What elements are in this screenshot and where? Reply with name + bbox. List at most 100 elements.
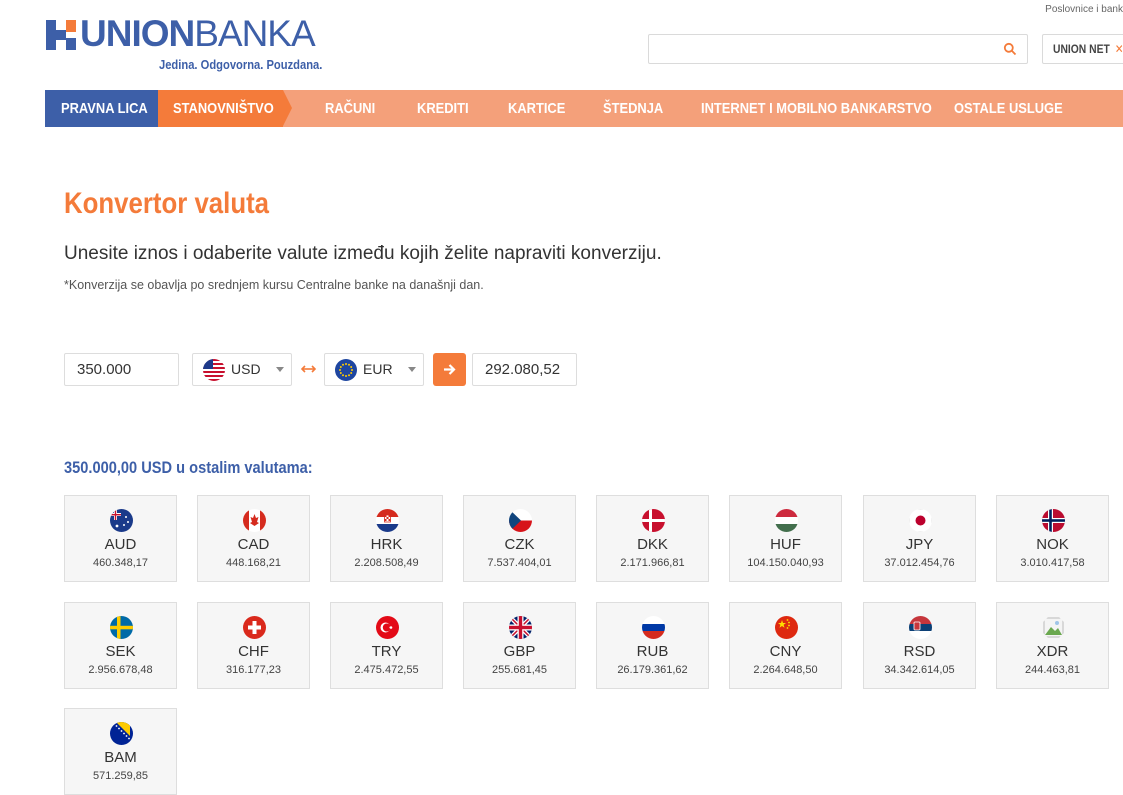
norway-flag-icon <box>1042 509 1065 532</box>
currency-code: AUD <box>104 536 137 553</box>
croatia-flag-icon <box>376 509 399 532</box>
broken-image-icon <box>1043 617 1064 638</box>
currency-tile-dkk[interactable]: DKK 2.171.966,81 <box>596 495 709 582</box>
serbia-flag-icon <box>909 616 932 639</box>
search-icon[interactable] <box>1003 42 1017 56</box>
currency-code: CZK <box>504 536 535 553</box>
turkey-flag-icon <box>376 616 399 639</box>
currency-tile-cad[interactable]: CAD 448.168,21 <box>197 495 310 582</box>
currency-code: HUF <box>770 536 801 553</box>
currency-value: 316.177,23 <box>225 664 282 676</box>
to-currency-code: EUR <box>363 361 393 377</box>
currency-tile-gbp[interactable]: GBP 255.681,45 <box>463 602 576 689</box>
result-field: 292.080,52 <box>472 353 577 386</box>
logo-mark <box>46 20 76 50</box>
other-currencies-heading: 350.000,00 USD u ostalim valutama: <box>64 458 313 477</box>
currency-tile-rsd[interactable]: RSD 34.342.614,05 <box>863 602 976 689</box>
hungary-flag-icon <box>775 509 798 532</box>
currency-tile-huf[interactable]: HUF 104.150.040,93 <box>729 495 842 582</box>
currency-value: 460.348,17 <box>92 557 149 569</box>
currency-value: 34.342.614,05 <box>884 664 955 676</box>
china-flag-icon <box>775 616 798 639</box>
currency-code: JPY <box>905 536 934 553</box>
currency-value: 26.179.361,62 <box>617 664 688 676</box>
from-currency-select[interactable]: USD <box>192 353 292 386</box>
canada-flag-icon <box>243 509 266 532</box>
logo-wordmark: UNIONBANKA <box>80 13 316 54</box>
switzerland-flag-icon <box>243 616 266 639</box>
main-nav: PRAVNA LICA STANOVNIŠTVO RAČUNI KREDITI … <box>45 90 1123 127</box>
currency-value: 37.012.454,76 <box>884 557 955 569</box>
swap-arrows-icon[interactable] <box>300 362 317 376</box>
currency-code: XDR <box>1036 643 1069 660</box>
currency-value: 7.537.404,01 <box>487 557 552 569</box>
currency-tile-aud[interactable]: AUD 460.348,17 <box>64 495 177 582</box>
nav-item-internet-bankarstvo[interactable]: INTERNET I MOBILNO BANKARSTVO <box>701 90 969 127</box>
currency-code: HRK <box>370 536 403 553</box>
currency-code: RUB <box>636 643 669 660</box>
japan-flag-icon <box>909 509 932 532</box>
currency-code: TRY <box>371 643 402 660</box>
currency-code: CNY <box>769 643 802 660</box>
convert-button[interactable] <box>433 353 466 386</box>
eu-flag-icon <box>335 359 357 381</box>
nav-item-stednja[interactable]: ŠTEDNJA <box>603 90 673 127</box>
nav-tab-pravna-lica[interactable]: PRAVNA LICA <box>45 90 158 127</box>
from-currency-code: USD <box>231 361 261 377</box>
nav-active-arrow <box>283 90 292 126</box>
page-title: Konvertor valuta <box>64 187 270 220</box>
currency-tile-xdr[interactable]: XDR 244.463,81 <box>996 602 1109 689</box>
search-input[interactable] <box>648 34 1028 64</box>
conversion-note: *Konverzija se obavlja po srednjem kursu… <box>64 278 484 292</box>
currency-code: SEK <box>105 643 136 660</box>
australia-flag-icon <box>110 509 133 532</box>
currency-tile-cny[interactable]: CNY 2.264.648,50 <box>729 602 842 689</box>
currency-value: 2.956.678,48 <box>88 664 153 676</box>
tagline: Jedina. Odgovorna. Pouzdana. <box>159 57 323 72</box>
czechia-flag-icon <box>509 509 532 532</box>
currency-tile-try[interactable]: TRY 2.475.472,55 <box>330 602 443 689</box>
russia-flag-icon <box>642 616 665 639</box>
currency-code: CAD <box>237 536 270 553</box>
currency-code: RSD <box>903 643 936 660</box>
nav-item-ostale-usluge[interactable]: OSTALE USLUGE <box>954 90 1080 127</box>
currency-tile-rub[interactable]: RUB 26.179.361,62 <box>596 602 709 689</box>
nav-item-kartice[interactable]: KARTICE <box>508 90 575 127</box>
currency-value: 2.171.966,81 <box>620 557 685 569</box>
chevron-down-icon <box>276 367 284 372</box>
sweden-flag-icon <box>110 616 133 639</box>
arrow-right-icon <box>444 364 456 375</box>
denmark-flag-icon <box>642 509 665 532</box>
currency-code: GBP <box>503 643 536 660</box>
currency-tile-sek[interactable]: SEK 2.956.678,48 <box>64 602 177 689</box>
currency-tile-nok[interactable]: NOK 3.010.417,58 <box>996 495 1109 582</box>
currency-value: 244.463,81 <box>1024 664 1081 676</box>
nav-tab-stanovnistvo[interactable]: STANOVNIŠTVO <box>158 90 283 127</box>
currency-tile-chf[interactable]: CHF 316.177,23 <box>197 602 310 689</box>
currency-tile-bam[interactable]: BAM 571.259,85 <box>64 708 177 795</box>
currency-tile-jpy[interactable]: JPY 37.012.454,76 <box>863 495 976 582</box>
bosnia-flag-icon <box>110 722 133 745</box>
branches-link[interactable]: Poslovnice i bank <box>1045 4 1123 15</box>
currency-value: 104.150.040,93 <box>747 557 824 569</box>
currency-code: BAM <box>104 749 137 766</box>
union-net-button[interactable]: UNION NET ✕ <box>1042 34 1123 64</box>
logo[interactable]: UNIONBANKA Jedina. Odgovorna. Pouzdana. <box>46 14 346 74</box>
close-icon: ✕ <box>1114 42 1123 56</box>
nav-item-racuni[interactable]: RAČUNI <box>325 90 383 127</box>
amount-input[interactable]: 350.000 <box>64 353 179 386</box>
usa-flag-icon <box>203 359 225 381</box>
chevron-down-icon <box>408 367 416 372</box>
nav-item-krediti[interactable]: KREDITI <box>417 90 477 127</box>
currency-value: 2.475.472,55 <box>354 664 419 676</box>
currency-tile-czk[interactable]: CZK 7.537.404,01 <box>463 495 576 582</box>
currency-tile-hrk[interactable]: HRK 2.208.508,49 <box>330 495 443 582</box>
currency-code: NOK <box>1036 536 1069 553</box>
currency-value: 255.681,45 <box>491 664 548 676</box>
to-currency-select[interactable]: EUR <box>324 353 424 386</box>
currency-value: 2.208.508,49 <box>354 557 419 569</box>
currency-code: DKK <box>637 536 668 553</box>
currency-code: CHF <box>238 643 269 660</box>
currency-value: 448.168,21 <box>225 557 282 569</box>
uk-flag-icon <box>509 616 532 639</box>
